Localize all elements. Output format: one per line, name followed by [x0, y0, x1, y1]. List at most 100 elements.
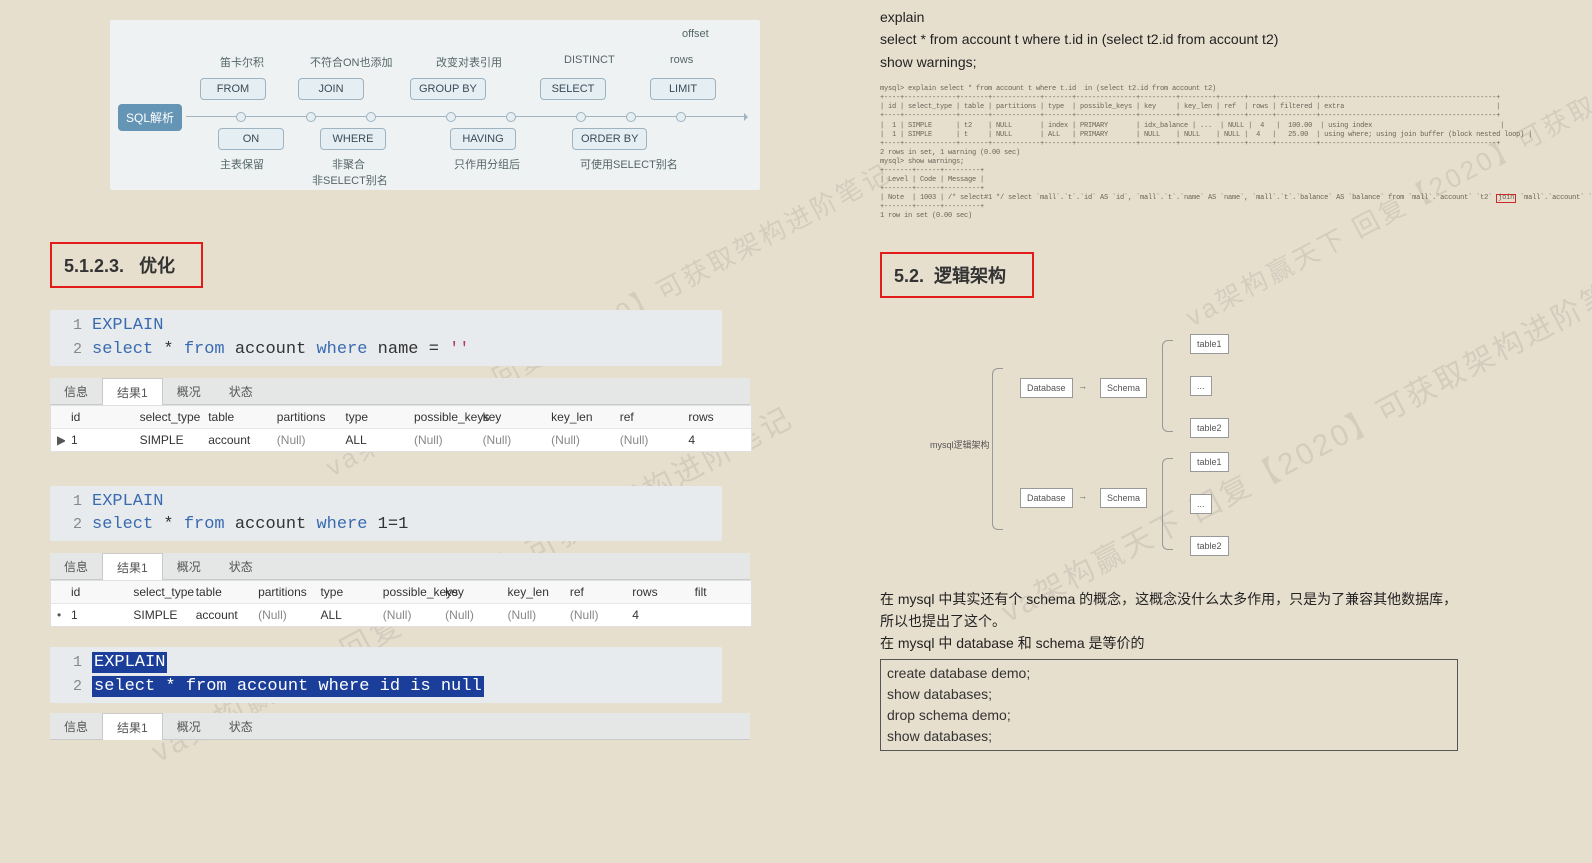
arch-database-2: Database	[1020, 488, 1073, 508]
section-number: 5.2.	[894, 266, 924, 286]
col-key[interactable]: key	[477, 406, 546, 429]
node-select: SELECT	[540, 78, 606, 100]
tab-info[interactable]: 信息	[50, 553, 102, 579]
col-select-type[interactable]: select_type	[134, 406, 203, 429]
col-filtered[interactable]: filt	[689, 581, 751, 604]
col-type[interactable]: type	[339, 406, 408, 429]
col-type[interactable]: type	[314, 581, 376, 604]
col-rows[interactable]: rows	[626, 581, 688, 604]
col-id[interactable]: id	[65, 406, 134, 429]
tab-profile[interactable]: 概况	[163, 553, 215, 579]
label-distinct: DISTINCT	[564, 54, 615, 66]
grid-row[interactable]: ▶ 1 SIMPLE account (Null) ALL (Null) (Nu…	[51, 428, 751, 451]
col-key-len[interactable]: key_len	[502, 581, 564, 604]
col-id[interactable]: id	[65, 581, 127, 604]
line-number: 1	[54, 491, 92, 512]
cell: (Null)	[252, 604, 314, 627]
grid-header-row: id select_type table partitions type pos…	[51, 406, 751, 429]
cell: 4	[682, 428, 751, 451]
code-selected: select * from account where id is null	[92, 676, 484, 697]
result-grid-1: id select_type table partitions type pos…	[50, 405, 752, 452]
tab-profile[interactable]: 概况	[163, 713, 215, 739]
tab-status[interactable]: 状态	[215, 378, 267, 404]
label-onkeep: 不符合ON也添加	[310, 54, 393, 70]
section-title: 逻辑架构	[934, 266, 1006, 286]
sql-parsing-diagram: SQL解析 FROM JOIN GROUP BY SELECT LIMIT ON…	[110, 20, 760, 190]
tab-info[interactable]: 信息	[50, 378, 102, 404]
cell: (Null)	[614, 428, 683, 451]
arch-schema-1: Schema	[1100, 378, 1147, 398]
arch-table1-up: table1	[1190, 334, 1229, 354]
result-tabs-1: 信息 结果1 概况 状态	[50, 378, 750, 405]
section-number: 5.1.2.3.	[64, 256, 124, 276]
tab-info[interactable]: 信息	[50, 713, 102, 739]
cell: (Null)	[377, 604, 439, 627]
tab-status[interactable]: 状态	[215, 553, 267, 579]
col-rows[interactable]: rows	[682, 406, 751, 429]
label-offset: offset	[682, 28, 709, 40]
grid-header-row: id select_type table partitions type pos…	[51, 581, 751, 604]
node-orderby: ORDER BY	[572, 128, 647, 150]
sql-line: show databases;	[887, 726, 1451, 747]
col-ref[interactable]: ref	[564, 581, 626, 604]
col-partitions[interactable]: partitions	[252, 581, 314, 604]
cell: (Null)	[477, 428, 546, 451]
cell: (Null)	[502, 604, 564, 627]
code-block-1: 1EXPLAIN 2select * from account where na…	[50, 310, 722, 366]
arch-paragraph-1: 在 mysql 中其实还有个 schema 的概念，这概念没什么太多作用，只是为…	[880, 588, 1462, 633]
cell: SIMPLE	[134, 428, 203, 451]
tab-result1[interactable]: 结果1	[102, 713, 163, 740]
cell: (Null)	[271, 428, 340, 451]
code-token: EXPLAIN	[92, 316, 163, 335]
col-table[interactable]: table	[202, 406, 271, 429]
cell: account	[202, 428, 271, 451]
col-possible-keys[interactable]: possible_keys	[377, 581, 439, 604]
section-heading-optimization: 5.1.2.3. 优化	[50, 242, 203, 288]
tab-status[interactable]: 状态	[215, 713, 267, 739]
tab-profile[interactable]: 概况	[163, 378, 215, 404]
line-number: 2	[54, 676, 92, 697]
arch-table2-low: table2	[1190, 536, 1229, 556]
col-partitions[interactable]: partitions	[271, 406, 340, 429]
arch-table2-up: table2	[1190, 418, 1229, 438]
line-number: 2	[54, 514, 92, 535]
mysql-console-output: mysql> explain select * from account t w…	[880, 85, 1462, 221]
label-cartesian: 笛卡尔积	[220, 54, 264, 70]
col-possible-keys[interactable]: possible_keys	[408, 406, 477, 429]
arch-ellipsis-low: ...	[1190, 494, 1212, 514]
tab-result1[interactable]: 结果1	[102, 553, 163, 580]
label-rows: rows	[670, 54, 693, 66]
sql-parse-root: SQL解析	[118, 104, 182, 131]
node-where: WHERE	[320, 128, 386, 150]
arch-database-1: Database	[1020, 378, 1073, 398]
sql-line: create database demo;	[887, 663, 1451, 684]
cell: SIMPLE	[127, 604, 189, 627]
result-grid-2: id select_type table partitions type pos…	[50, 580, 752, 627]
explain-line2: select * from account t where t.id in (s…	[880, 28, 1462, 50]
col-key-len[interactable]: key_len	[545, 406, 614, 429]
col-table[interactable]: table	[190, 581, 252, 604]
node-limit: LIMIT	[650, 78, 716, 100]
grid-row[interactable]: • 1 SIMPLE account (Null) ALL (Null) (Nu…	[51, 604, 751, 627]
line-number: 1	[54, 315, 92, 336]
cell: 4	[626, 604, 688, 627]
col-select-type[interactable]: select_type	[127, 581, 189, 604]
cell: (Null)	[439, 604, 501, 627]
logical-arch-diagram: mysql逻辑架构 Database Schema table1 ... tab…	[930, 328, 1390, 568]
node-groupby: GROUP BY	[410, 78, 486, 100]
label-selectalias: 可使用SELECT别名	[580, 156, 678, 172]
label-maintable: 主表保留	[220, 156, 264, 172]
result-tabs-3: 信息 结果1 概况 状态	[50, 713, 750, 740]
cell: (Null)	[408, 428, 477, 451]
col-ref[interactable]: ref	[614, 406, 683, 429]
cell: (Null)	[545, 428, 614, 451]
cell: (Null)	[564, 604, 626, 627]
label-nonagg: 非聚合	[332, 156, 365, 172]
code-block-3: 1EXPLAIN 2select * from account where id…	[50, 647, 722, 703]
tab-result1[interactable]: 结果1	[102, 378, 163, 405]
cell: 1	[65, 604, 127, 627]
cell	[689, 604, 751, 627]
col-key[interactable]: key	[439, 581, 501, 604]
label-aftergroup: 只作用分组后	[454, 156, 520, 172]
line-number: 1	[54, 652, 92, 673]
